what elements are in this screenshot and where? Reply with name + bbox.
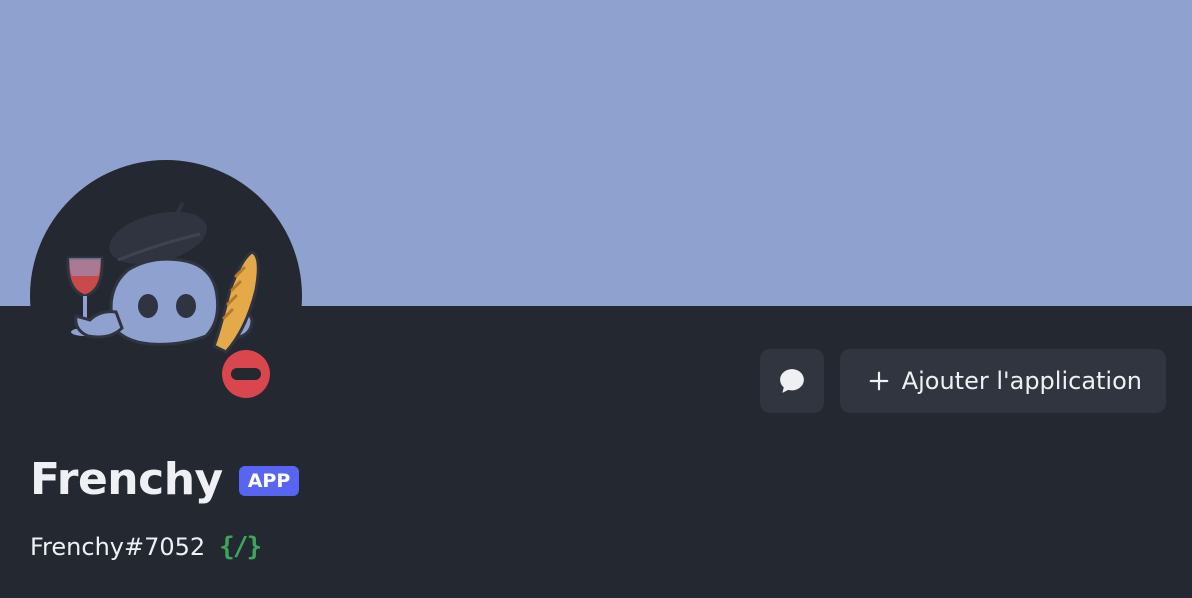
user-profile-card: Ajouter l'application Frenchy APP French… xyxy=(0,0,1192,598)
avatar[interactable] xyxy=(30,160,302,432)
slash-commands-icon[interactable]: {/} xyxy=(219,532,262,562)
baguette-icon xyxy=(212,250,260,354)
display-name: Frenchy xyxy=(30,454,223,505)
add-application-button[interactable]: Ajouter l'application xyxy=(839,349,1166,413)
username[interactable]: Frenchy#7052 xyxy=(30,533,205,561)
plus-icon xyxy=(869,371,889,391)
username-row: Frenchy#7052 {/} xyxy=(30,532,262,562)
add-application-label: Ajouter l'application xyxy=(901,367,1142,395)
name-row: Frenchy APP xyxy=(30,454,300,505)
app-badge: APP xyxy=(238,465,300,496)
do-not-disturb-icon xyxy=(222,350,270,398)
chat-bubble-icon xyxy=(779,369,804,393)
send-message-button[interactable] xyxy=(759,349,824,413)
profile-actions: Ajouter l'application xyxy=(759,349,1166,413)
